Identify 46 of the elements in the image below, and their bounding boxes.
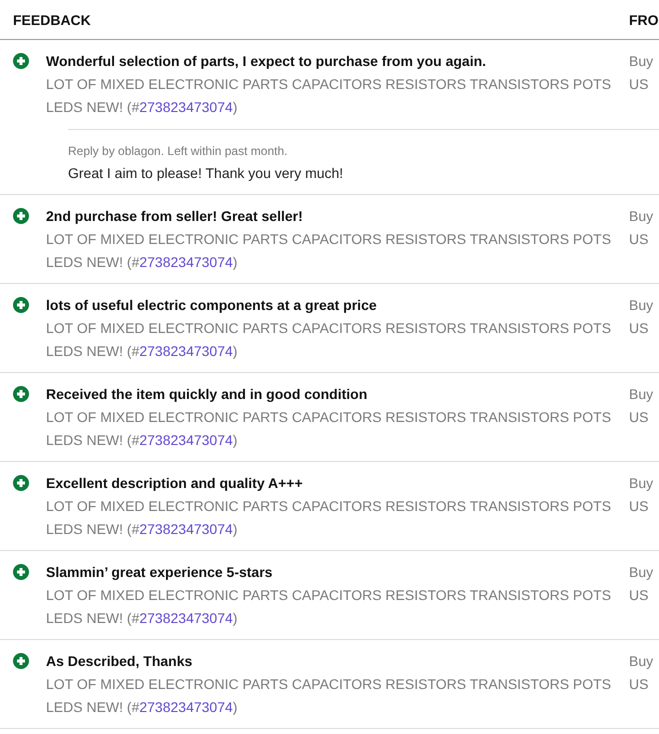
column-text: US [629, 497, 648, 516]
item-link[interactable]: 273823473074 [139, 699, 233, 715]
item-link[interactable]: 273823473074 [139, 610, 233, 626]
column-header: FRO [629, 12, 659, 28]
plus-circle-icon [13, 653, 29, 669]
column-text: Buy [629, 52, 654, 71]
feedback-comment: As Described, Thanks [46, 652, 194, 671]
plus-circle-icon [13, 297, 29, 313]
plus-circle-icon [13, 475, 29, 491]
item-link[interactable]: 273823473074 [139, 432, 233, 448]
column-text: US [629, 675, 648, 694]
feedback-comment: Received the item quickly and in good condition [46, 385, 368, 404]
item-description: LOT OF MIXED ELECTRONIC PARTS CAPACITORS RESISTORS TRANSISTORS POTS LEDS NEW! (#273823473074) [46, 319, 612, 361]
plus-circle-icon [13, 208, 29, 224]
column-text: US [629, 408, 648, 427]
plus-circle-icon [13, 386, 29, 402]
column-text: Buy [629, 474, 654, 493]
feedback-comment: Slammin’ great experience 5-stars [46, 563, 274, 582]
column-text: US [629, 230, 648, 249]
item-link[interactable]: 273823473074 [139, 254, 233, 270]
item-link[interactable]: 273823473074 [139, 343, 233, 359]
item-description: LOT OF MIXED ELECTRONIC PARTS CAPACITORS RESISTORS TRANSISTORS POTS LEDS NEW! (#273823473074) [46, 586, 612, 628]
item-description: LOT OF MIXED ELECTRONIC PARTS CAPACITORS RESISTORS TRANSISTORS POTS LEDS NEW! (#273823473074) [46, 75, 612, 117]
item-link[interactable]: 273823473074 [139, 99, 233, 115]
plus-circle-icon [13, 53, 29, 69]
item-description: LOT OF MIXED ELECTRONIC PARTS CAPACITORS RESISTORS TRANSISTORS POTS LEDS NEW! (#273823473074) [46, 408, 612, 450]
column-text: US [629, 75, 648, 94]
column-text: Buy [629, 207, 654, 226]
reply-text: Great I aim to please! Thank you very much! [68, 164, 344, 183]
feedback-comment: Excellent description and quality A+++ [46, 474, 304, 493]
column-text: US [629, 586, 648, 605]
reply-meta: Reply by oblagon. Left within past month. [68, 143, 288, 160]
item-description: LOT OF MIXED ELECTRONIC PARTS CAPACITORS RESISTORS TRANSISTORS POTS LEDS NEW! (#273823473074) [46, 497, 612, 539]
item-description: LOT OF MIXED ELECTRONIC PARTS CAPACITORS RESISTORS TRANSISTORS POTS LEDS NEW! (#273823473074) [46, 230, 612, 272]
column-text: Buy [629, 652, 654, 671]
feedback-comment: Wonderful selection of parts, I expect to purchase from you again. [46, 52, 488, 71]
item-description: LOT OF MIXED ELECTRONIC PARTS CAPACITORS RESISTORS TRANSISTORS POTS LEDS NEW! (#273823473074) [46, 675, 612, 717]
column-text: Buy [629, 563, 654, 582]
feedback-comment: 2nd purchase from seller! Great seller! [46, 207, 304, 226]
feedback-comment: lots of useful electric components at a great price [46, 296, 378, 315]
plus-circle-icon [13, 564, 29, 580]
column-text: US [629, 319, 648, 338]
item-link[interactable]: 273823473074 [139, 521, 233, 537]
column-text: Buy [629, 385, 654, 404]
column-text: Buy [629, 296, 654, 315]
column-header: FEEDBACK [12, 12, 91, 28]
